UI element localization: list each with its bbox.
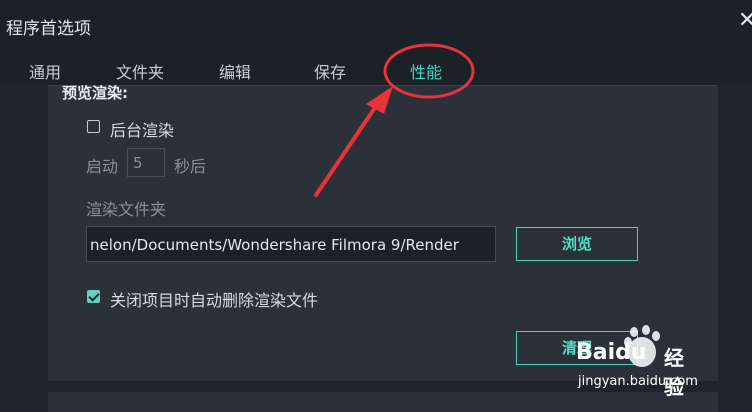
arrow-head — [366, 86, 393, 114]
watermark-url: jingyan.baidu.com — [578, 374, 698, 389]
arrow-shaft — [314, 104, 378, 197]
highlight-circle — [383, 43, 475, 99]
watermark-brand-cn: 经验 — [664, 346, 684, 399]
watermark-brand: Baidu — [576, 340, 647, 365]
